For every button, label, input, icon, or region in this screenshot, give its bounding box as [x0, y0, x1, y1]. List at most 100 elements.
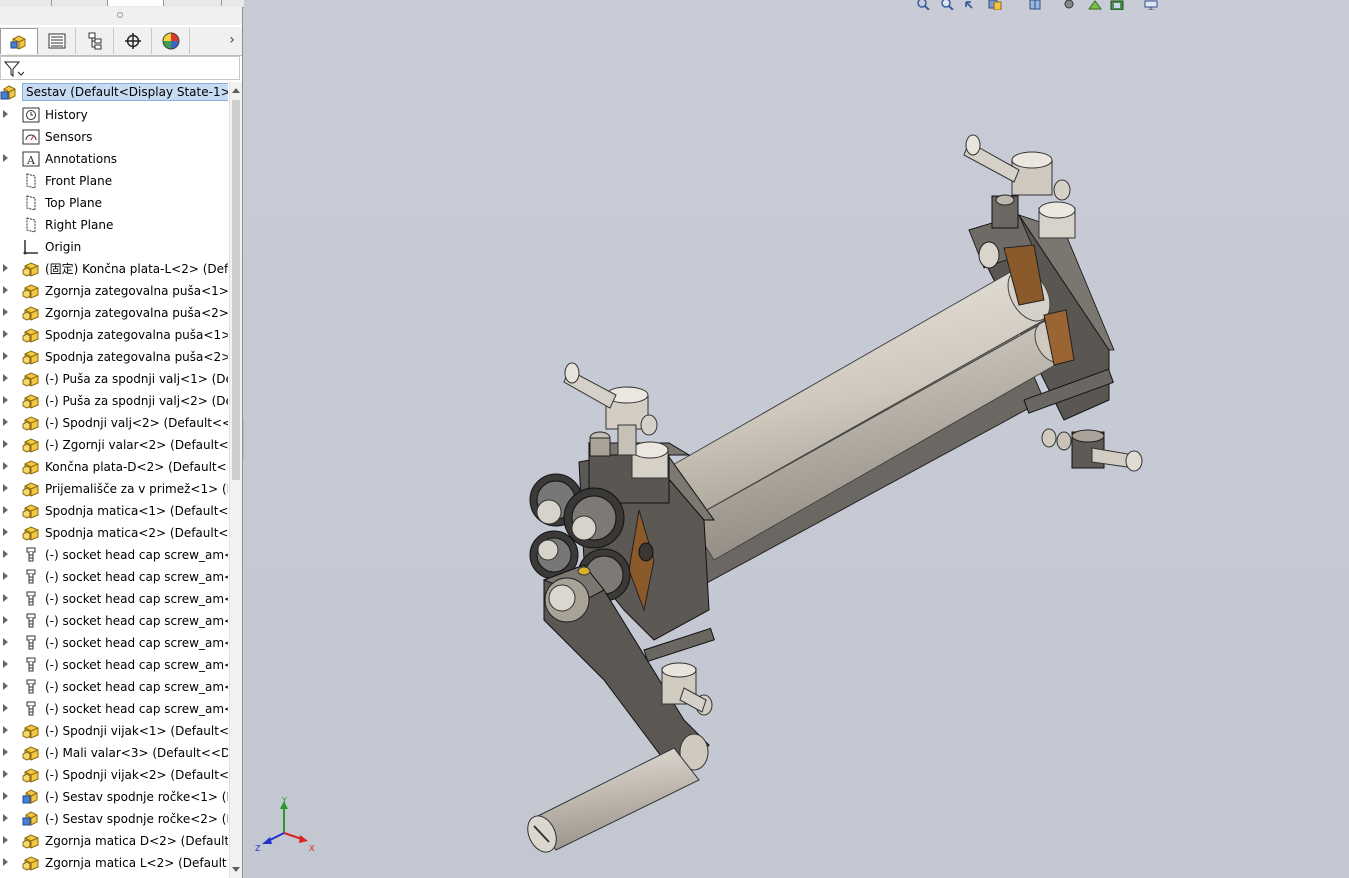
- tree-item-label: (-) socket head cap screw_am<: [45, 570, 228, 584]
- expand-arrow-icon[interactable]: [3, 506, 8, 514]
- tree-item[interactable]: (-) socket head cap screw_am<: [0, 632, 228, 654]
- tree-item[interactable]: (-) Sestav spodnje ročke<2> (D: [0, 808, 228, 830]
- top-tab-1[interactable]: [0, 0, 52, 6]
- expand-arrow-icon[interactable]: [3, 770, 8, 778]
- filter-icon[interactable]: [4, 60, 24, 78]
- origin-icon: [22, 239, 40, 255]
- tree-item[interactable]: (-) Spodnji vijak<2> (Default<<: [0, 764, 228, 786]
- tree-item[interactable]: Front Plane: [0, 170, 228, 192]
- tree-item[interactable]: Spodnja zategovalna puša<2>: [0, 346, 228, 368]
- expand-arrow-icon[interactable]: [3, 418, 8, 426]
- part-icon: [22, 393, 40, 409]
- tree-item[interactable]: (-) Puša za spodnji valj<1> (Def: [0, 368, 228, 390]
- expand-arrow-icon[interactable]: [3, 572, 8, 580]
- tree-item-label: (-) Zgornji valar<2> (Default<<: [45, 438, 228, 452]
- tree-item[interactable]: Sensors: [0, 126, 228, 148]
- tree-item[interactable]: (-) Spodnji valj<2> (Default<<D: [0, 412, 228, 434]
- tree-item[interactable]: (-) socket head cap screw_am<: [0, 566, 228, 588]
- expand-arrow-icon[interactable]: [3, 110, 8, 118]
- tree-item[interactable]: (-) socket head cap screw_am<: [0, 544, 228, 566]
- expand-arrow-icon[interactable]: [3, 396, 8, 404]
- sensors-icon: [22, 129, 40, 145]
- tab-configuration-manager[interactable]: [76, 28, 114, 54]
- tree-item[interactable]: (-) socket head cap screw_am<: [0, 588, 228, 610]
- part-icon: [22, 283, 40, 299]
- tree-item[interactable]: Top Plane: [0, 192, 228, 214]
- expand-arrow-icon[interactable]: [3, 528, 8, 536]
- expand-arrow-icon[interactable]: [3, 594, 8, 602]
- tab-display-manager[interactable]: [152, 28, 190, 54]
- expand-arrow-icon[interactable]: [3, 748, 8, 756]
- expand-arrow-icon[interactable]: [3, 440, 8, 448]
- tree-item[interactable]: (-) socket head cap screw_am<: [0, 698, 228, 720]
- tree-root-assembly[interactable]: Sestav (Default<Display State-1>): [0, 82, 228, 104]
- tree-filter-bar[interactable]: [0, 56, 240, 80]
- tree-item[interactable]: (-) Sestav spodnje ročke<1> (D: [0, 786, 228, 808]
- part-icon: [22, 261, 40, 277]
- tree-item[interactable]: Zgornja matica D<2> (Default<: [0, 830, 228, 852]
- expand-arrow-icon[interactable]: [3, 352, 8, 360]
- expand-arrow-icon[interactable]: [3, 264, 8, 272]
- scroll-down-icon[interactable]: [232, 867, 240, 872]
- tree-item[interactable]: Spodnja matica<2> (Default<<: [0, 522, 228, 544]
- tree-item[interactable]: A Annotations: [0, 148, 228, 170]
- tree-item[interactable]: Spodnja matica<1> (Default<<: [0, 500, 228, 522]
- part-icon: [22, 305, 40, 321]
- tree-item[interactable]: Spodnja zategovalna puša<1>: [0, 324, 228, 346]
- tab-dimxpert-manager[interactable]: [114, 28, 152, 54]
- expand-arrow-icon[interactable]: [3, 484, 8, 492]
- tab-property-manager[interactable]: [38, 28, 76, 54]
- expand-arrow-icon[interactable]: [3, 550, 8, 558]
- panel-grip[interactable]: [0, 7, 242, 25]
- expand-arrow-icon[interactable]: [3, 638, 8, 646]
- expand-arrow-icon[interactable]: [3, 154, 8, 162]
- tree-item[interactable]: Origin: [0, 236, 228, 258]
- expand-arrow-icon[interactable]: [3, 814, 8, 822]
- expand-arrow-icon[interactable]: [3, 682, 8, 690]
- tree-item-label: (-) Spodnji vijak<2> (Default<<: [45, 768, 228, 782]
- tree-item[interactable]: Zgornja matica L<2> (Default<<: [0, 852, 228, 874]
- tree-item[interactable]: Zgornja zategovalna puša<2> (: [0, 302, 228, 324]
- tree-item[interactable]: Končna plata-D<2> (Default<<: [0, 456, 228, 478]
- expand-arrow-icon[interactable]: [3, 616, 8, 624]
- scroll-up-icon[interactable]: [232, 88, 240, 93]
- top-tab-4[interactable]: [164, 0, 222, 6]
- tree-scrollbar[interactable]: [229, 82, 242, 878]
- tree-item[interactable]: (-) Puša za spodnji valj<2> (Def: [0, 390, 228, 412]
- tree-item-label: Končna plata-D<2> (Default<<: [45, 460, 228, 474]
- tree-item[interactable]: (-) socket head cap screw_am<: [0, 654, 228, 676]
- part-icon: [22, 371, 40, 387]
- expand-arrow-icon[interactable]: [3, 726, 8, 734]
- expand-arrow-icon[interactable]: [3, 286, 8, 294]
- tree-item[interactable]: (-) Spodnji vijak<1> (Default<<: [0, 720, 228, 742]
- tree-item[interactable]: (-) socket head cap screw_am<: [0, 610, 228, 632]
- expand-arrow-icon[interactable]: [3, 462, 8, 470]
- expand-arrow-icon[interactable]: [3, 792, 8, 800]
- tree-item[interactable]: Zgornja zategovalna puša<1> (: [0, 280, 228, 302]
- top-tab-2[interactable]: [52, 0, 108, 6]
- tree-item[interactable]: (-) socket head cap screw_am<: [0, 676, 228, 698]
- tree-item[interactable]: History: [0, 104, 228, 126]
- tree-item[interactable]: (-) Zgornji valar<2> (Default<<: [0, 434, 228, 456]
- tree-item[interactable]: (固定) Končna plata-L<2> (Defa: [0, 258, 228, 280]
- chevron-right-icon[interactable]: ›: [224, 32, 240, 50]
- part-icon: [22, 767, 40, 783]
- tree-item[interactable]: (-) Mali valar<3> (Default<<De: [0, 742, 228, 764]
- tree-item-label: (-) Puša za spodnji valj<1> (Def: [45, 372, 228, 386]
- tree-item[interactable]: Prijemališče za v primež<1> (D: [0, 478, 228, 500]
- triad-x-label: X: [309, 844, 315, 853]
- expand-arrow-icon[interactable]: [3, 374, 8, 382]
- expand-arrow-icon[interactable]: [3, 308, 8, 316]
- expand-arrow-icon[interactable]: [3, 858, 8, 866]
- expand-arrow-icon[interactable]: [3, 836, 8, 844]
- expand-arrow-icon[interactable]: [3, 330, 8, 338]
- tree-item[interactable]: Right Plane: [0, 214, 228, 236]
- expand-arrow-icon[interactable]: [3, 660, 8, 668]
- graphics-viewport[interactable]: Y X Z: [244, 0, 1349, 878]
- expand-arrow-icon[interactable]: [3, 704, 8, 712]
- assembly-3d-model[interactable]: [244, 0, 1349, 878]
- tree-item-label: Spodnja matica<1> (Default<<: [45, 504, 228, 518]
- top-tab-3[interactable]: [108, 0, 164, 6]
- tab-feature-manager[interactable]: [0, 28, 38, 54]
- scroll-thumb[interactable]: [232, 100, 240, 480]
